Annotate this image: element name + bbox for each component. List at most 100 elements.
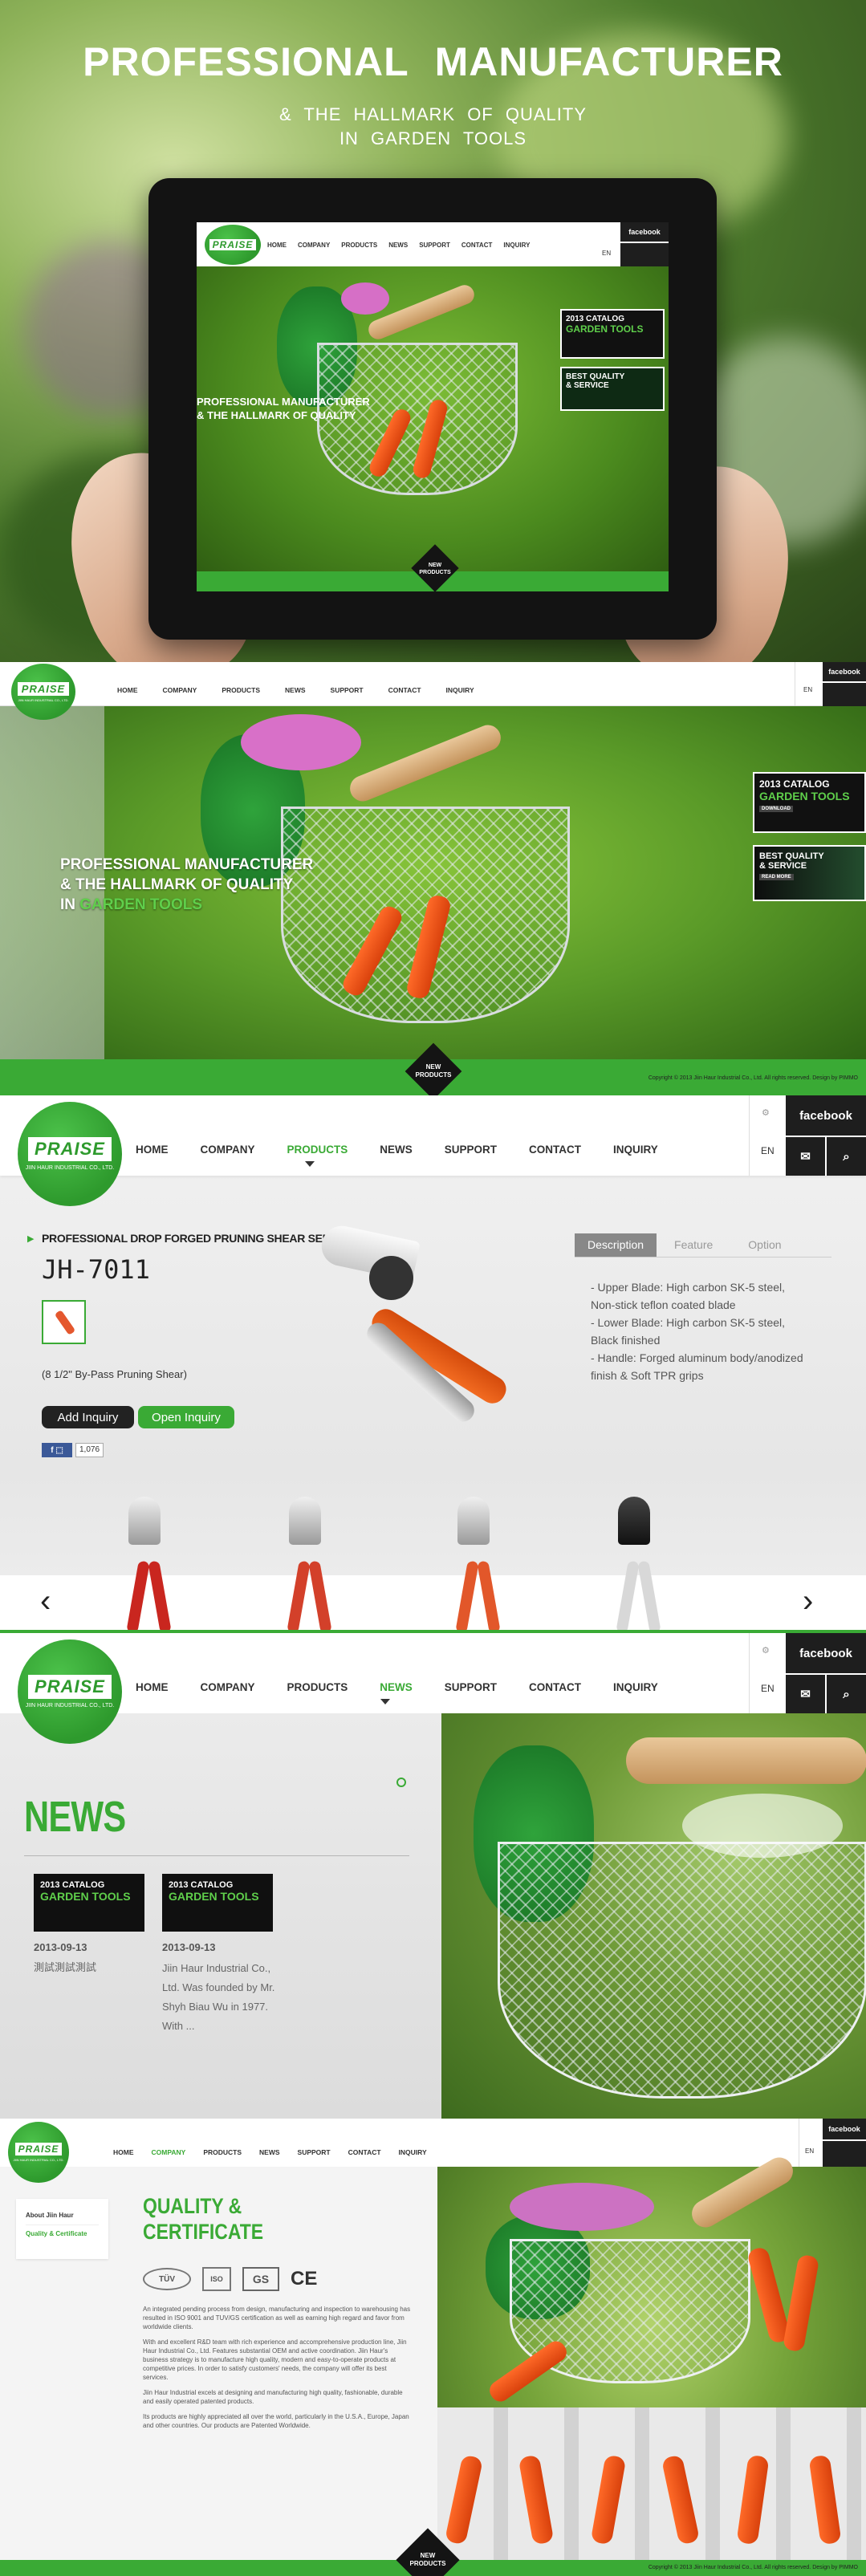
home-catalog-banner[interactable]: 2013 CATALOG GARDEN TOOLS DOWNLOAD <box>753 772 866 833</box>
carousel-item-2[interactable] <box>287 1497 337 1633</box>
home-nav-contact[interactable]: CONTACT <box>388 686 421 694</box>
tablet-site-header: PRAISE HOME COMPANY PRODUCTS NEWS SUPPOR… <box>197 222 669 266</box>
company-nav-products[interactable]: PRODUCTS <box>203 2148 242 2156</box>
tablet-logo[interactable]: PRAISE <box>205 225 261 265</box>
company-nav-news[interactable]: NEWS <box>259 2148 280 2156</box>
news-nav-home[interactable]: HOME <box>136 1681 169 1693</box>
news-nav-support[interactable]: SUPPORT <box>445 1681 497 1693</box>
product-description: (8 1/2" By-Pass Pruning Shear) <box>42 1368 187 1380</box>
add-inquiry-button[interactable]: Add Inquiry <box>42 1406 134 1428</box>
product-tabs: Description Feature Option <box>575 1233 831 1258</box>
tablet-nav-home[interactable]: HOME <box>267 242 287 249</box>
facebook-like-button[interactable]: f ⬚ <box>42 1443 72 1457</box>
home-nav-support[interactable]: SUPPORT <box>331 686 364 694</box>
company-title: QUALITY & CERTIFICATE <box>143 2194 264 2244</box>
company-nav-company[interactable]: COMPANY <box>152 2148 186 2156</box>
company-nav-contact[interactable]: CONTACT <box>348 2148 381 2156</box>
home-nav-news[interactable]: NEWS <box>285 686 306 694</box>
company-hero-image <box>437 2152 866 2560</box>
company-lang[interactable]: EN <box>805 2147 814 2155</box>
carousel-next-icon[interactable]: › <box>803 1583 813 1619</box>
product-model: JH-7011 <box>42 1254 150 1285</box>
home-nav-home[interactable]: HOME <box>117 686 138 694</box>
company-nav-inquiry[interactable]: INQUIRY <box>399 2148 427 2156</box>
news-nav-company[interactable]: COMPANY <box>201 1681 255 1693</box>
search-icon[interactable]: ⌕ <box>827 1675 866 1713</box>
tablet-lang[interactable]: EN <box>602 250 611 257</box>
news-card-1-image[interactable]: 2013 CATALOG GARDEN TOOLS <box>34 1874 144 1932</box>
home-tagline: PROFESSIONAL MANUFACTURER & THE HALLMARK… <box>60 856 314 913</box>
tablet-nav-support[interactable]: SUPPORT <box>419 242 450 249</box>
company-header: PRAISE JIIN HAUR INDUSTRIAL CO., LTD. HOM… <box>0 2119 866 2183</box>
news-lang-box: ⚙ EN <box>749 1633 786 1713</box>
product-settings-icon[interactable]: ⚙ <box>762 1107 770 1118</box>
carousel-prev-icon[interactable]: ‹ <box>40 1583 51 1619</box>
home-nav-company[interactable]: COMPANY <box>163 686 197 694</box>
carousel-item-1[interactable] <box>126 1497 177 1633</box>
tab-option[interactable]: Option <box>730 1233 799 1257</box>
home-lang[interactable]: EN <box>803 686 812 693</box>
company-side-menu: About Jiin Haur Quality & Certificate <box>16 2199 108 2259</box>
company-facebook-button[interactable]: facebook <box>823 2119 866 2139</box>
side-item-about[interactable]: About Jiin Haur <box>26 2207 99 2225</box>
product-lang[interactable]: EN <box>761 1145 775 1156</box>
tablet-nav-news[interactable]: NEWS <box>388 242 408 249</box>
tablet-quality-banner[interactable]: BEST QUALITY & SERVICE <box>560 367 665 411</box>
search-icon[interactable]: ⌕ <box>827 1137 866 1176</box>
tablet-catalog-banner[interactable]: 2013 CATALOG GARDEN TOOLS <box>560 309 665 359</box>
news-logo[interactable]: PRAISE JIIN HAUR INDUSTRIAL CO., LTD. <box>18 1639 122 1744</box>
product-nav-inquiry[interactable]: INQUIRY <box>613 1144 658 1156</box>
product-nav-home[interactable]: HOME <box>136 1144 169 1156</box>
tablet-icon-tools[interactable] <box>620 243 669 266</box>
news-facebook-button[interactable]: facebook <box>786 1633 866 1673</box>
tab-description[interactable]: Description <box>575 1233 657 1257</box>
tablet-nav-contact[interactable]: CONTACT <box>461 242 493 249</box>
news-lang[interactable]: EN <box>761 1683 775 1694</box>
tablet-nav-company[interactable]: COMPANY <box>298 242 330 249</box>
news-card-2-text[interactable]: Jiin Haur Industrial Co., Ltd. Was found… <box>162 1959 283 2036</box>
tablet-nav-inquiry[interactable]: INQUIRY <box>503 242 530 249</box>
company-nav-home[interactable]: HOME <box>113 2148 134 2156</box>
home-quality-banner[interactable]: BEST QUALITY & SERVICE READ MORE <box>753 845 866 901</box>
open-inquiry-button[interactable]: Open Inquiry <box>138 1406 234 1428</box>
tab-feature[interactable]: Feature <box>657 1233 730 1257</box>
home-logo[interactable]: PRAISE JIIN HAUR INDUSTRIAL CO., LTD. <box>11 664 75 720</box>
carousel-item-3[interactable] <box>455 1497 506 1633</box>
tablet-nav: HOME COMPANY PRODUCTS NEWS SUPPORT CONTA… <box>267 242 530 249</box>
company-icon-tools[interactable] <box>823 2141 866 2167</box>
company-logo[interactable]: PRAISE JIIN HAUR INDUSTRIAL CO., LTD. <box>8 2122 69 2183</box>
news-nav-active-indicator <box>380 1699 390 1704</box>
news-card-2-image[interactable]: 2013 CATALOG GARDEN TOOLS <box>162 1874 273 1932</box>
product-series-title: PROFESSIONAL DROP FORGED PRUNING SHEAR S… <box>42 1232 348 1245</box>
product-logo[interactable]: PRAISE JIIN HAUR INDUSTRIAL CO., LTD. <box>18 1102 122 1206</box>
news-nav-inquiry[interactable]: INQUIRY <box>613 1681 658 1693</box>
news-nav-contact[interactable]: CONTACT <box>529 1681 581 1693</box>
product-nav-support[interactable]: SUPPORT <box>445 1144 497 1156</box>
hero-section: PROFESSIONAL MANUFACTURER & THE HALLMARK… <box>0 0 866 662</box>
tuv-logo: TÜV <box>143 2268 191 2290</box>
product-nav-contact[interactable]: CONTACT <box>529 1144 581 1156</box>
product-thumbnail[interactable] <box>42 1300 86 1344</box>
product-section: PRAISE JIIN HAUR INDUSTRIAL CO., LTD. HOM… <box>0 1095 866 1633</box>
product-facebook-button[interactable]: facebook <box>786 1095 866 1136</box>
tablet-nav-products[interactable]: PRODUCTS <box>341 242 377 249</box>
product-nav-products[interactable]: PRODUCTS <box>287 1144 348 1156</box>
company-nav-support[interactable]: SUPPORT <box>298 2148 331 2156</box>
news-settings-icon[interactable]: ⚙ <box>762 1645 770 1656</box>
mail-icon[interactable]: ✉ <box>786 1137 825 1176</box>
mail-icon[interactable]: ✉ <box>786 1675 825 1713</box>
news-card-1-text[interactable]: 測試測試測試 <box>34 1959 96 1974</box>
news-nav-news[interactable]: NEWS <box>380 1681 413 1693</box>
news-dot-icon[interactable] <box>396 1778 406 1787</box>
home-nav-inquiry[interactable]: INQUIRY <box>446 686 474 694</box>
carousel-item-4[interactable] <box>616 1497 666 1633</box>
product-nav-company[interactable]: COMPANY <box>201 1144 255 1156</box>
news-nav-products[interactable]: PRODUCTS <box>287 1681 348 1693</box>
home-nav-products[interactable]: PRODUCTS <box>222 686 260 694</box>
iso-logo: ISO <box>202 2267 231 2291</box>
tablet-facebook-button[interactable]: facebook <box>620 222 669 242</box>
side-item-quality[interactable]: Quality & Certificate <box>26 2225 99 2243</box>
product-nav-news[interactable]: NEWS <box>380 1144 413 1156</box>
home-icon-tools[interactable] <box>823 683 866 706</box>
home-facebook-button[interactable]: facebook <box>823 662 866 681</box>
